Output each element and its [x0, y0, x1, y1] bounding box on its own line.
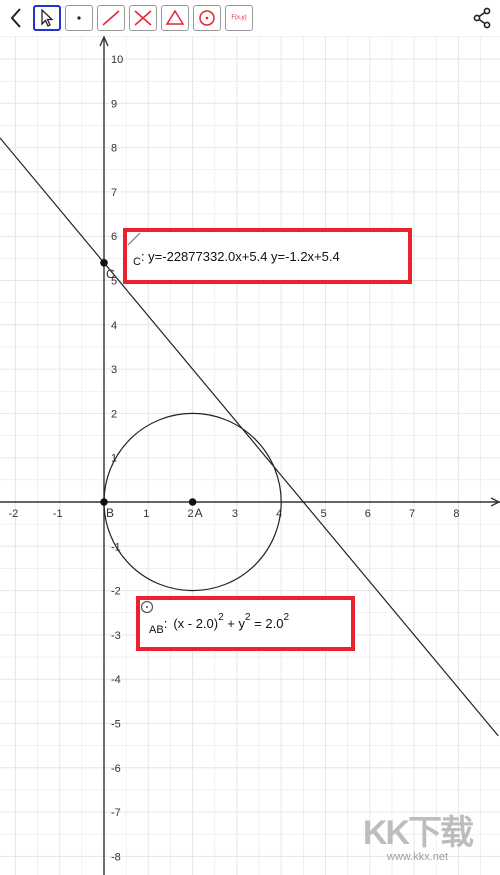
y-tick-label: -7: [111, 807, 121, 819]
x-tick-label: 7: [409, 508, 415, 520]
line-name: C: [133, 256, 141, 268]
y-tick-label: 6: [111, 231, 117, 243]
graph-canvas[interactable]: -2 -1 1 2 3 4 5 6 7 8 10 9 8 7 6 5 4 3 2 1 -1 -2 -3 -4 -5 -6 -7 -8 A…: [0, 36, 500, 875]
chevron-left-icon: [10, 8, 21, 28]
point-a: [188, 498, 197, 506]
line-icon: [102, 10, 120, 26]
x-tick-label: -2: [9, 508, 19, 520]
y-tick-label: -5: [111, 719, 121, 731]
y-tick-label: 1: [111, 453, 117, 465]
move-tool-button[interactable]: [33, 5, 61, 31]
polygon-tool-button[interactable]: [161, 5, 189, 31]
graph-svg[interactable]: -2 -1 1 2 3 4 5 6 7 810987654321-1-2-3-4-5-6-7-8A…: [0, 36, 500, 875]
x-tick-label: 5: [320, 508, 326, 520]
back-button[interactable]: [4, 4, 28, 32]
x-tick-label: 6: [365, 508, 371, 520]
watermark-logo: KK下载: [362, 814, 474, 852]
y-tick-label: 3: [111, 364, 117, 376]
toolbar: F(x,y): [0, 0, 500, 36]
point-b: [100, 498, 108, 506]
watermark-url: www.kkx.net: [386, 851, 449, 863]
point-label-a: A: [195, 506, 203, 520]
triangle-icon: [165, 9, 185, 25]
x-tick-label: 8: [453, 508, 459, 520]
cursor-arrow-icon: [41, 8, 54, 27]
share-icon: [473, 7, 491, 29]
circle-tool-button[interactable]: [193, 5, 221, 31]
y-tick-label: 2: [111, 408, 117, 420]
function-tool-button[interactable]: F(x,y): [225, 5, 253, 31]
watermark: KK下载 www.kkx.net: [362, 814, 474, 863]
x-tick-label: 2: [188, 508, 194, 520]
point-icon: [77, 16, 81, 20]
share-button[interactable]: [470, 5, 494, 31]
y-tick-label: -8: [111, 851, 121, 863]
x-tick-label: 3: [232, 508, 238, 520]
x-tick-label: -1: [53, 508, 63, 520]
y-tick-label: 10: [111, 54, 123, 66]
circle-name: AB: [149, 623, 164, 636]
y-tick-label: 7: [111, 187, 117, 199]
circle-eq-mid2: = 2.0: [250, 616, 284, 631]
intersect-tool-button[interactable]: [129, 5, 157, 31]
circle-exp-1: 2: [218, 612, 224, 623]
y-tick-label: -3: [111, 630, 121, 642]
point-tool-button[interactable]: [65, 5, 93, 31]
circle-exp-3: 2: [283, 612, 290, 623]
y-tick-label: -2: [111, 586, 121, 598]
point-label-b: B: [106, 506, 114, 520]
intersect-icon: [134, 10, 152, 26]
y-tick-label: -4: [111, 674, 121, 686]
circle-equation-box[interactable]: AB : (x - 2.0) 2 + y 2 = 2.0 2: [136, 596, 355, 651]
circle-colon: :: [163, 616, 168, 631]
circle-eq-mid: + y: [223, 616, 245, 631]
x-tick-label: 1: [143, 508, 149, 520]
y-tick-label: 8: [111, 143, 117, 155]
function-icon: F(x,y): [231, 15, 247, 21]
line-equation-text: : y=-22877332.0x+5.4 y=-1.2x+5.4: [140, 248, 340, 264]
line-tool-button[interactable]: [97, 5, 125, 31]
line-equation-box[interactable]: C : y=-22877332.0x+5.4 y=-1.2x+5.4: [123, 228, 412, 284]
y-tick-label: -6: [111, 763, 121, 775]
y-tick-label: 4: [111, 320, 117, 332]
point-c: [100, 258, 108, 267]
point-label-c: C: [106, 267, 115, 281]
circle-eq-start: (x - 2.0): [173, 616, 219, 631]
circle-center-icon: [199, 10, 215, 26]
y-tick-label: 9: [111, 98, 117, 110]
circle-exp-2: 2: [245, 612, 251, 623]
